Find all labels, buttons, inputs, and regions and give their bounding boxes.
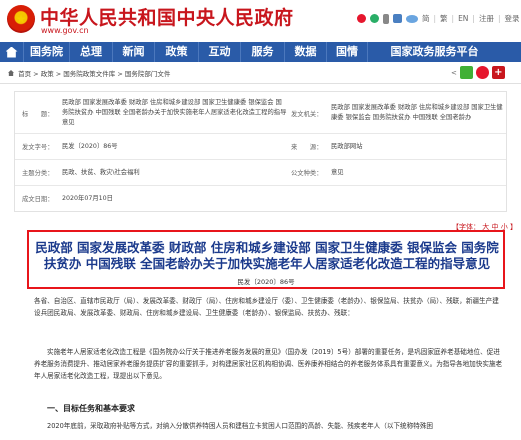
breadcrumb-separator: >	[117, 70, 123, 78]
separator: |	[451, 14, 455, 23]
nav-item-news[interactable]: 新闻	[112, 42, 154, 62]
info-row-title: 标 题： 民政部 国家发展改革委 财政部 住房和城乡建设部 国家卫生健康委 银保…	[15, 92, 506, 134]
cloud-icon[interactable]	[406, 14, 418, 23]
breadcrumb-separator: >	[33, 70, 39, 78]
national-emblem-icon	[7, 5, 35, 33]
article-paragraph-task: 2020年底前，采取政府补贴等方式，对纳入分散供养特困人员和建档立卡贫困人口范围…	[47, 422, 434, 430]
docno-label: 发文字号：	[22, 144, 54, 151]
nav-item-services[interactable]: 服务	[240, 42, 284, 62]
share-label: <	[451, 68, 457, 77]
breadcrumb-policy-library[interactable]: 国务院政策文件库	[63, 70, 115, 78]
breadcrumb-separator: >	[55, 70, 62, 78]
nav-home[interactable]	[0, 42, 23, 62]
article-title-line-2: 扶贫办 中国残联 全国老龄办关于加快实施老年人居家适老化改造工程的指导意见	[43, 256, 491, 271]
info-row-docno: 发文字号： 民发〔2020〕86号 来 源： 民政部网站	[15, 134, 506, 160]
separator: |	[497, 14, 501, 23]
lang-english[interactable]: EN	[458, 14, 468, 23]
article-paragraph-intro: 实施老年人居家适老化改造工程是《国务院办公厅关于推进养老服务发展的意见》（国办发…	[34, 348, 503, 380]
breadcrumb-bar: 首页 > 政策 > 国务院政策文件库 > 国务院部门文件 < +	[0, 62, 521, 84]
weibo-icon[interactable]	[357, 14, 366, 23]
theme-value: 民政、扶贫、救灾\社会福利	[62, 169, 140, 176]
weibo-share-icon[interactable]	[475, 66, 489, 79]
more-share-icon[interactable]: +	[491, 66, 505, 79]
nav-item-national-info[interactable]: 国情	[326, 42, 367, 62]
article-title-box: 民政部 国家发展改革委 财政部 住房和城乡建设部 国家卫生健康委 银保监会 国务…	[27, 230, 505, 289]
article-paragraph-addressees: 各省、自治区、直辖市民政厅（局）、发展改革委、财政厅（局）、住房和城乡建设厅（委…	[34, 297, 499, 317]
breadcrumb: 首页 > 政策 > 国务院政策文件库 > 国务院部门文件	[8, 68, 170, 78]
source-value: 民政部网站	[331, 143, 363, 150]
site-header: 中华人民共和国中央人民政府 www.gov.cn 简 | 繁 | EN | 注册…	[0, 0, 521, 42]
nav-item-state-council[interactable]: 国务院	[23, 42, 69, 62]
info-row-date: 成文日期： 2020年07月10日	[15, 186, 506, 212]
nav-item-data[interactable]: 数据	[284, 42, 326, 62]
issuer-label: 发文机关：	[291, 111, 323, 118]
separator: |	[433, 14, 437, 23]
date-label: 成文日期：	[22, 196, 54, 203]
login-link[interactable]: 登录	[504, 13, 519, 24]
article-title-line-1: 民政部 国家发展改革委 财政部 住房和城乡建设部 国家卫生健康委 银保监会 国务…	[35, 240, 499, 255]
top-links: 简 | 繁 | EN | 注册 | 登录	[357, 13, 519, 24]
register-link[interactable]: 注册	[479, 13, 494, 24]
nav-item-policy[interactable]: 政策	[154, 42, 198, 62]
share-bar: < +	[451, 66, 505, 79]
wechat-share-icon[interactable]	[459, 66, 473, 79]
home-icon	[5, 46, 18, 58]
site-url: www.gov.cn	[41, 26, 89, 35]
doctype-label: 公文种类：	[291, 170, 323, 177]
elder-mode-icon[interactable]	[393, 14, 402, 23]
lang-traditional[interactable]: 繁	[440, 13, 448, 24]
article-title: 民政部 国家发展改革委 财政部 住房和城乡建设部 国家卫生健康委 银保监会 国务…	[33, 240, 501, 272]
info-row-theme: 主题分类： 民政、扶贫、救灾\社会福利 公文种类： 意见	[15, 160, 506, 186]
breadcrumb-home[interactable]: 首页	[18, 70, 31, 78]
issuer-value: 民政部 国家发展改革委 财政部 住房和城乡建设部 国家卫生健康委 银保监会 国务…	[331, 104, 503, 121]
nav-item-premier[interactable]: 总理	[69, 42, 112, 62]
docno-value: 民发〔2020〕86号	[62, 143, 118, 150]
article-docno: 民发〔2020〕86号	[237, 278, 295, 286]
separator: |	[472, 14, 475, 23]
source-label: 来 源：	[291, 144, 323, 151]
nav-item-interaction[interactable]: 互动	[198, 42, 240, 62]
title-value: 民政部 国家发展改革委 财政部 住房和城乡建设部 国家卫生健康委 银保监会 国务…	[62, 99, 287, 126]
title-label: 标 题：	[22, 111, 54, 118]
date-value: 2020年07月10日	[62, 195, 113, 202]
breadcrumb-dept-docs[interactable]: 国务院部门文件	[125, 70, 171, 78]
article-section-heading: 一、目标任务和基本要求	[47, 404, 135, 413]
theme-label: 主题分类：	[22, 170, 54, 177]
home-icon	[8, 70, 14, 76]
doctype-value: 意见	[331, 169, 344, 176]
nav-item-gov-service-platform[interactable]: 国家政务服务平台	[367, 42, 501, 62]
main-nav: 国务院 总理 新闻 政策 互动 服务 数据 国情 国家政务服务平台	[0, 42, 521, 62]
font-size-label-end: 】	[509, 223, 517, 231]
breadcrumb-policy[interactable]: 政策	[41, 70, 54, 78]
lang-simplified[interactable]: 简	[422, 13, 430, 24]
wechat-icon[interactable]	[370, 14, 379, 23]
document-info-table: 标 题： 民政部 国家发展改革委 财政部 住房和城乡建设部 国家卫生健康委 银保…	[14, 91, 507, 212]
mobile-icon[interactable]	[383, 13, 389, 24]
